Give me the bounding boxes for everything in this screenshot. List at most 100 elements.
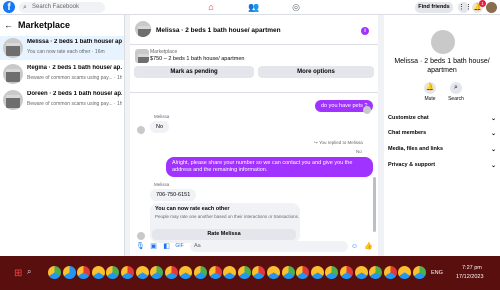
conversation-title: Regina · 2 beds 1 bath house/ ap... (27, 65, 122, 71)
listing-thumbnail (3, 90, 23, 110)
conversation-title: Melissa · 2 beds 1 bath house/ apa... (27, 39, 122, 45)
info-icon[interactable]: i (361, 27, 369, 35)
incoming-message-phone[interactable]: 706-750-6151 (150, 189, 197, 201)
bell-icon: 🔔 (424, 82, 436, 94)
search-placeholder: Search Facebook (32, 4, 80, 10)
outgoing-message[interactable]: Alright, please share your number so we … (166, 157, 373, 177)
profile-avatar[interactable] (486, 2, 497, 13)
mark-as-pending-button[interactable]: Mark as pending (134, 66, 254, 78)
chat-members-section[interactable]: Chat members ⌄ (388, 130, 496, 137)
taskbar-app-icon[interactable] (194, 266, 207, 279)
top-navigation-bar: f ⌕ Search Facebook ⌂ 👥 ◎ Find friends ⋮… (0, 0, 500, 15)
sticker-icon[interactable]: ◧ (162, 242, 171, 251)
details-title: Melissa · 2 beds 1 bath house/ apartmen (394, 58, 490, 74)
marketplace-conversation-list: ← Marketplace Melissa · 2 beds 1 bath hou… (0, 15, 125, 256)
home-icon[interactable]: ⌂ (204, 1, 218, 14)
taskbar-app-icon[interactable] (164, 266, 178, 279)
taskbar-app-icon[interactable] (48, 266, 61, 279)
taskbar-app-icon[interactable] (121, 266, 134, 279)
taskbar-app-icon[interactable] (223, 266, 237, 279)
taskbar-app-icon[interactable] (340, 266, 353, 279)
chevron-down-icon: ⌄ (490, 163, 496, 169)
menu-grid-icon[interactable]: ⋮⋮ (458, 2, 472, 13)
friends-icon[interactable]: 👥 (247, 1, 261, 14)
listing-price-title[interactable]: $750 – 2 beds 1 bath house/ apartmen (150, 56, 245, 62)
chevron-down-icon: ⌄ (490, 131, 496, 137)
listing-thumbnail (3, 38, 23, 58)
facebook-logo[interactable]: f (3, 1, 15, 13)
taskbar-app-icon[interactable] (237, 266, 251, 279)
mute-label: Mute (424, 96, 436, 102)
gif-icon[interactable]: GIF (175, 242, 184, 251)
taskbar-app-icon[interactable] (369, 266, 383, 279)
search-input[interactable]: ⌕ Search Facebook (19, 2, 105, 13)
conversation-title: Doreen · 2 beds 1 bath house/ ap... (27, 91, 122, 97)
sender-avatar (137, 126, 145, 134)
taskbar-app-icon[interactable] (208, 266, 222, 279)
chevron-down-icon: ⌄ (490, 147, 496, 153)
chevron-down-icon: ⌄ (490, 116, 496, 122)
conversation-preview: You can now rate each other · 16m (27, 49, 105, 55)
conversation-preview: Beware of common scams using pay... · 1h (27, 101, 122, 107)
taskbar-app-icon[interactable] (252, 266, 266, 279)
emoji-icon[interactable]: ☺ (350, 242, 359, 251)
taskbar-app-icon[interactable] (354, 266, 368, 279)
reply-indicator: ↪ You replied to Melissa (314, 140, 363, 145)
incoming-message[interactable]: No (150, 121, 170, 133)
search-label: Search (448, 96, 464, 102)
message-input[interactable]: Aa (190, 241, 348, 252)
conversation-item-doreen[interactable]: Doreen · 2 beds 1 bath house/ ap... Bewa… (0, 88, 124, 112)
taskbar-app-icon[interactable] (135, 266, 149, 279)
notification-badge: 1 (479, 0, 486, 7)
conversation-preview: Beware of common scams using pay... · 1h (27, 75, 122, 81)
taskbar-app-icon[interactable] (398, 266, 412, 279)
chat-title[interactable]: Melissa · 2 beds 1 bath house/ apartmen (156, 27, 281, 34)
groups-icon[interactable]: ◎ (289, 1, 303, 14)
more-options-button[interactable]: More options (258, 66, 374, 78)
scrollbar[interactable] (373, 177, 376, 232)
rate-card-description: People may rate one another based on the… (155, 214, 300, 219)
conversation-item-melissa[interactable]: Melissa · 2 beds 1 bath house/ apa... Yo… (0, 36, 124, 60)
taskbar-app-icon[interactable] (77, 266, 91, 279)
privacy-support-section[interactable]: Privacy & support ⌄ (388, 162, 496, 169)
left-panel-header: ← Marketplace (4, 20, 70, 30)
clock-date[interactable]: 17/12/2023 (456, 274, 484, 280)
taskbar-app-icon[interactable] (413, 266, 426, 279)
clock-time[interactable]: 7:27 pm (462, 265, 482, 271)
windows-start-icon[interactable]: ⊞ (14, 268, 22, 279)
listing-thumbnail (135, 49, 149, 63)
photo-icon[interactable]: ▣ (149, 242, 158, 251)
customize-chat-section[interactable]: Customize chat ⌄ (388, 115, 496, 122)
conversation-item-regina[interactable]: Regina · 2 beds 1 bath house/ ap... Bewa… (0, 62, 124, 86)
taskbar-app-icon[interactable] (179, 266, 193, 279)
rate-card-title: You can now rate each other (155, 206, 230, 212)
taskbar-app-icon[interactable] (281, 266, 295, 279)
taskbar-app-icon[interactable] (106, 266, 120, 279)
chat-panel: Melissa · 2 beds 1 bath house/ apartmen … (130, 15, 378, 256)
listing-avatar (431, 30, 455, 54)
taskbar-app-icon[interactable] (150, 266, 164, 279)
taskbar-app-icon[interactable] (91, 266, 105, 279)
quoted-message: No (356, 149, 362, 154)
chat-avatar[interactable] (135, 21, 151, 37)
back-arrow-icon[interactable]: ← (4, 20, 13, 30)
media-files-links-section[interactable]: Media, files and links ⌄ (388, 146, 496, 153)
taskbar-app-icon[interactable] (296, 266, 310, 279)
taskbar-app-icon[interactable] (325, 266, 339, 279)
thumbs-up-icon[interactable]: 👍 (364, 242, 373, 251)
search-icon: ⌕ (23, 4, 27, 11)
conversation-details-panel: Melissa · 2 beds 1 bath house/ apartmen … (384, 15, 500, 256)
taskbar-search-icon[interactable]: ⌕ (27, 267, 39, 279)
taskbar-app-icon[interactable] (62, 266, 76, 279)
message-thread: do you have pets ? Melissa No ↪ You repl… (130, 93, 378, 243)
chat-header: Melissa · 2 beds 1 bath house/ apartmen … (130, 15, 378, 45)
mute-button[interactable]: 🔔 Mute (420, 82, 440, 102)
language-indicator[interactable]: ENG (431, 270, 443, 276)
search-conversation-button[interactable]: ⌕ Search (446, 82, 466, 102)
rate-each-other-card: You can now rate each other People may r… (150, 203, 300, 243)
taskbar-app-icon[interactable] (267, 266, 280, 279)
taskbar-app-icon[interactable] (310, 266, 324, 279)
taskbar-app-icon[interactable] (383, 266, 397, 279)
microphone-icon[interactable]: 🎙 (136, 242, 145, 251)
find-friends-button[interactable]: Find friends (415, 2, 453, 13)
